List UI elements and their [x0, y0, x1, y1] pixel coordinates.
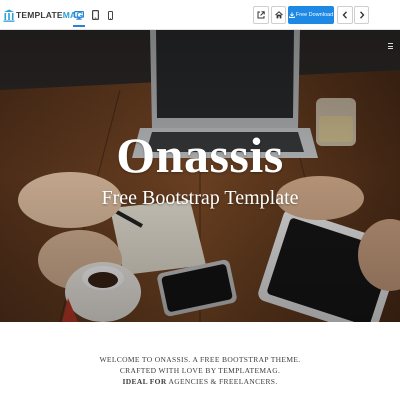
next-template-button[interactable] [354, 6, 369, 24]
mobile-view-button[interactable] [103, 8, 117, 22]
hero-title: Onassis [116, 127, 284, 183]
mobile-icon [107, 10, 113, 20]
tablet-view-button[interactable] [88, 8, 102, 22]
menu-toggle-button[interactable] [384, 40, 396, 52]
welcome-line-1: Welcome to Onassis. A free bootstrap the… [99, 355, 301, 364]
welcome-line-3: Ideal for agencies & freelancers. [0, 376, 400, 387]
previous-template-button[interactable] [337, 6, 353, 24]
welcome-line-3-rest: agencies & freelancers. [168, 377, 278, 386]
hamburger-icon-line [387, 48, 393, 49]
free-download-button[interactable]: Free Download [288, 6, 334, 24]
chevron-left-icon [342, 11, 348, 19]
preview-toolbar: TEMPLATEMAG Free Download [0, 0, 400, 30]
desktop-view-button[interactable] [72, 8, 86, 27]
desktop-icon [74, 10, 84, 20]
hamburger-icon-line [387, 43, 393, 44]
logo-mark-icon [3, 9, 15, 22]
hamburger-icon-line [387, 45, 393, 47]
open-external-button[interactable] [253, 6, 269, 24]
welcome-line-3-prefix: Ideal for [122, 377, 167, 386]
home-button[interactable] [271, 6, 286, 24]
welcome-text: Welcome to Onassis. A free bootstrap the… [0, 354, 400, 387]
tablet-icon [91, 10, 99, 20]
hero-section: Onassis Free Bootstrap Template [0, 30, 400, 322]
hero-subtitle: Free Bootstrap Template [101, 187, 299, 209]
download-icon [288, 12, 295, 18]
free-download-label: Free Download [295, 12, 334, 18]
welcome-line-2: Crafted with love by Templatemag. [119, 366, 281, 375]
external-link-icon [257, 11, 265, 19]
logo-text-prefix: TEMPLATE [16, 10, 63, 20]
home-icon [274, 11, 283, 19]
chevron-right-icon [359, 11, 364, 19]
